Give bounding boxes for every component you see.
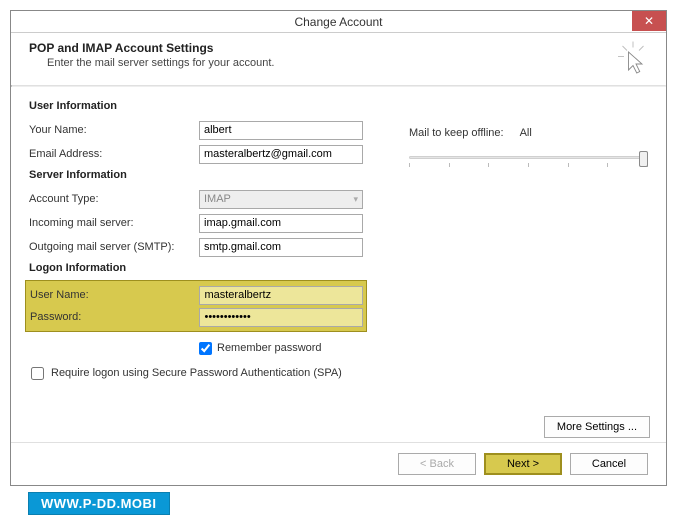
incoming-server-input[interactable] [199, 214, 363, 233]
label-mail-keep: Mail to keep offline: [409, 127, 504, 139]
label-spa: Require logon using Secure Password Auth… [51, 366, 342, 380]
spa-checkbox[interactable] [31, 367, 44, 380]
section-user-info: User Information [29, 100, 369, 112]
dialog-header: POP and IMAP Account Settings Enter the … [11, 33, 666, 85]
label-account-type: Account Type: [29, 193, 199, 205]
dialog-footer: < Back Next > Cancel [11, 442, 666, 485]
change-account-dialog: Change Account ✕ POP and IMAP Account Se… [10, 10, 667, 486]
account-type-value: IMAP [204, 193, 231, 205]
your-name-input[interactable] [199, 121, 363, 140]
next-button[interactable]: Next > [484, 453, 562, 475]
outgoing-server-input[interactable] [199, 238, 363, 257]
label-outgoing: Outgoing mail server (SMTP): [29, 241, 199, 253]
account-type-select: IMAP ▾ [199, 190, 363, 209]
slider-thumb[interactable] [639, 151, 648, 167]
slider-ticks [409, 163, 648, 167]
close-icon: ✕ [644, 14, 654, 28]
email-input[interactable] [199, 145, 363, 164]
back-button: < Back [398, 453, 476, 475]
chevron-down-icon: ▾ [353, 194, 358, 205]
header-title: POP and IMAP Account Settings [29, 41, 274, 55]
slider-track [409, 156, 648, 159]
label-username: User Name: [30, 289, 199, 301]
label-password: Password: [30, 311, 199, 323]
cursor-click-icon [618, 41, 648, 75]
label-remember: Remember password [217, 342, 322, 354]
cancel-button[interactable]: Cancel [570, 453, 648, 475]
content-area: User Information Your Name: Email Addres… [11, 87, 666, 442]
remember-password-checkbox[interactable] [199, 342, 212, 355]
titlebar: Change Account ✕ [11, 11, 666, 33]
window-title: Change Account [294, 15, 382, 29]
mail-keep-slider[interactable] [409, 149, 648, 167]
section-logon-info: Logon Information [29, 262, 369, 274]
section-server-info: Server Information [29, 169, 369, 181]
mail-keep-row: Mail to keep offline: All [409, 127, 648, 139]
header-subtitle: Enter the mail server settings for your … [29, 57, 274, 69]
label-your-name: Your Name: [29, 124, 199, 136]
label-email: Email Address: [29, 148, 199, 160]
mail-keep-value: All [520, 127, 532, 139]
close-button[interactable]: ✕ [632, 11, 666, 31]
watermark-tag: WWW.P-DD.MOBI [28, 492, 170, 515]
more-settings-button[interactable]: More Settings ... [544, 416, 650, 438]
logon-highlight: User Name: Password: [25, 280, 367, 332]
username-input[interactable] [199, 286, 363, 305]
password-input[interactable] [199, 308, 363, 327]
label-incoming: Incoming mail server: [29, 217, 199, 229]
